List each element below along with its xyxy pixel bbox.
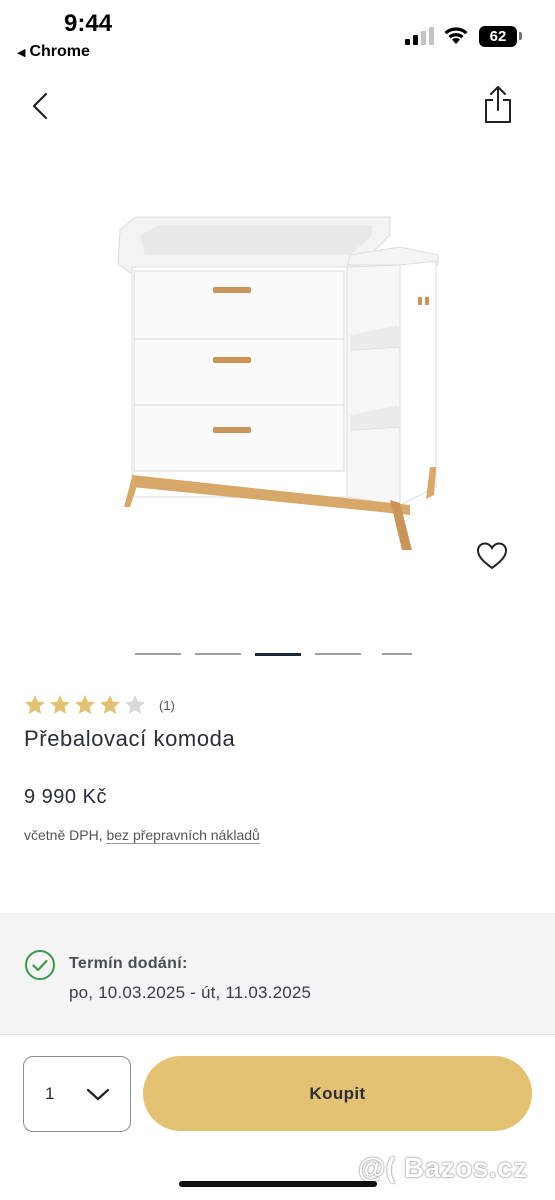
- star-icon: [25, 695, 45, 714]
- delivery-date: po, 10.03.2025 - út, 11.03.2025: [69, 983, 312, 1002]
- watermark: @( Bazos.cz: [358, 1152, 528, 1183]
- check-circle-icon: [25, 950, 55, 980]
- carousel-dot[interactable]: [255, 653, 301, 656]
- heart-icon[interactable]: [474, 538, 510, 574]
- product-title: Přebalovací komoda: [24, 726, 236, 751]
- rating-count: (1): [159, 697, 175, 713]
- star-icon: [50, 695, 70, 714]
- rating[interactable]: (1): [23, 693, 175, 717]
- delivery-info: Termín dodání: po, 10.03.2025 - út, 11.0…: [0, 913, 555, 1035]
- status-bar: 9:44 ◀ Chrome 62: [0, 0, 555, 70]
- back-app-label: Chrome: [29, 43, 90, 60]
- carousel-dot[interactable]: [382, 653, 412, 655]
- quantity-value: 1: [45, 1084, 55, 1103]
- product-image[interactable]: [100, 205, 460, 565]
- tax-note: včetně DPH, bez přepravních nákladů: [24, 827, 260, 844]
- carousel-indicator: [0, 653, 555, 657]
- star-icon: [75, 695, 95, 714]
- product-price: 9 990 Kč: [24, 786, 107, 808]
- shipping-costs-link[interactable]: bez přepravních nákladů: [106, 827, 260, 844]
- chevron-down-icon: [86, 1088, 110, 1101]
- battery-nub: [519, 32, 522, 40]
- star-rating: [23, 693, 148, 717]
- battery-indicator: 62: [479, 26, 517, 47]
- back-chevron-icon[interactable]: [22, 86, 58, 126]
- star-icon: [100, 695, 120, 714]
- home-indicator[interactable]: [179, 1181, 377, 1187]
- tax-note-text: včetně DPH,: [24, 827, 107, 843]
- share-icon[interactable]: [480, 84, 516, 126]
- delivery-label: Termín dodání:: [69, 955, 188, 972]
- status-time: 9:44: [64, 10, 113, 37]
- back-triangle-icon: ◀: [17, 47, 26, 59]
- quantity-select[interactable]: 1: [23, 1056, 131, 1132]
- carousel-dot[interactable]: [135, 653, 181, 655]
- back-to-app-link[interactable]: ◀ Chrome: [17, 43, 90, 61]
- star-icon: [125, 695, 145, 714]
- carousel-dot[interactable]: [195, 653, 241, 655]
- signal-icon: [405, 27, 434, 45]
- buy-button[interactable]: Koupit: [143, 1056, 532, 1131]
- wifi-icon: [444, 27, 468, 44]
- carousel-dot[interactable]: [315, 653, 361, 655]
